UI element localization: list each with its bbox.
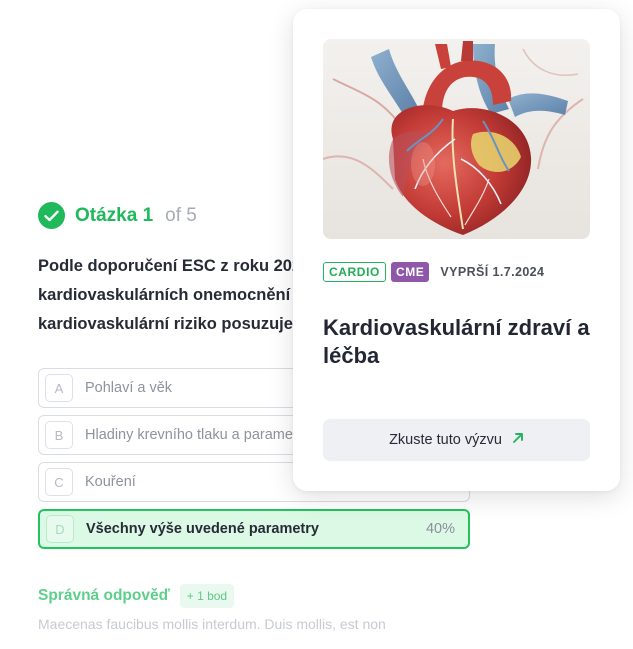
tag-cardio: CARDIO	[323, 262, 386, 282]
question-number: Otázka 1	[75, 204, 154, 226]
points-badge: + 1 bod	[179, 584, 235, 608]
option-d-correct[interactable]: D Všechny výše uvedené parametry 40%	[38, 509, 470, 549]
option-letter: A	[45, 374, 73, 402]
question-total: of 5	[165, 204, 197, 226]
challenge-card: CARDIO CME VYPRŠÍ 1.7.2024 Kardiovaskulá…	[293, 9, 620, 491]
option-letter: B	[45, 421, 73, 449]
option-label: Kouření	[85, 474, 136, 490]
option-label: Všechny výše uvedené parametry	[86, 521, 319, 537]
expiry-date: VYPRŠÍ 1.7.2024	[440, 265, 545, 279]
heart-illustration	[323, 39, 590, 239]
answer-explanation: Maecenas faucibus mollis interdum. Duis …	[38, 616, 386, 632]
card-title: Kardiovaskulární zdraví a léčba	[323, 315, 590, 368]
try-challenge-button[interactable]: Zkuste tuto výzvu	[323, 419, 590, 461]
correct-answer-label: Správná odpověď	[38, 587, 170, 604]
check-icon	[38, 202, 65, 229]
tag-cme: CME	[390, 262, 430, 282]
cta-label: Zkuste tuto výzvu	[389, 432, 502, 448]
option-letter: C	[45, 468, 73, 496]
arrow-up-right-icon	[512, 432, 524, 448]
option-letter: D	[46, 515, 74, 543]
option-label: Pohlaví a věk	[85, 380, 173, 396]
option-percent: 40%	[425, 521, 455, 537]
question-header: Otázka 1 of 5	[38, 202, 197, 229]
card-tags: CARDIO CME VYPRŠÍ 1.7.2024	[323, 262, 544, 282]
correct-answer-row: Správná odpověď + 1 bod	[38, 584, 235, 608]
